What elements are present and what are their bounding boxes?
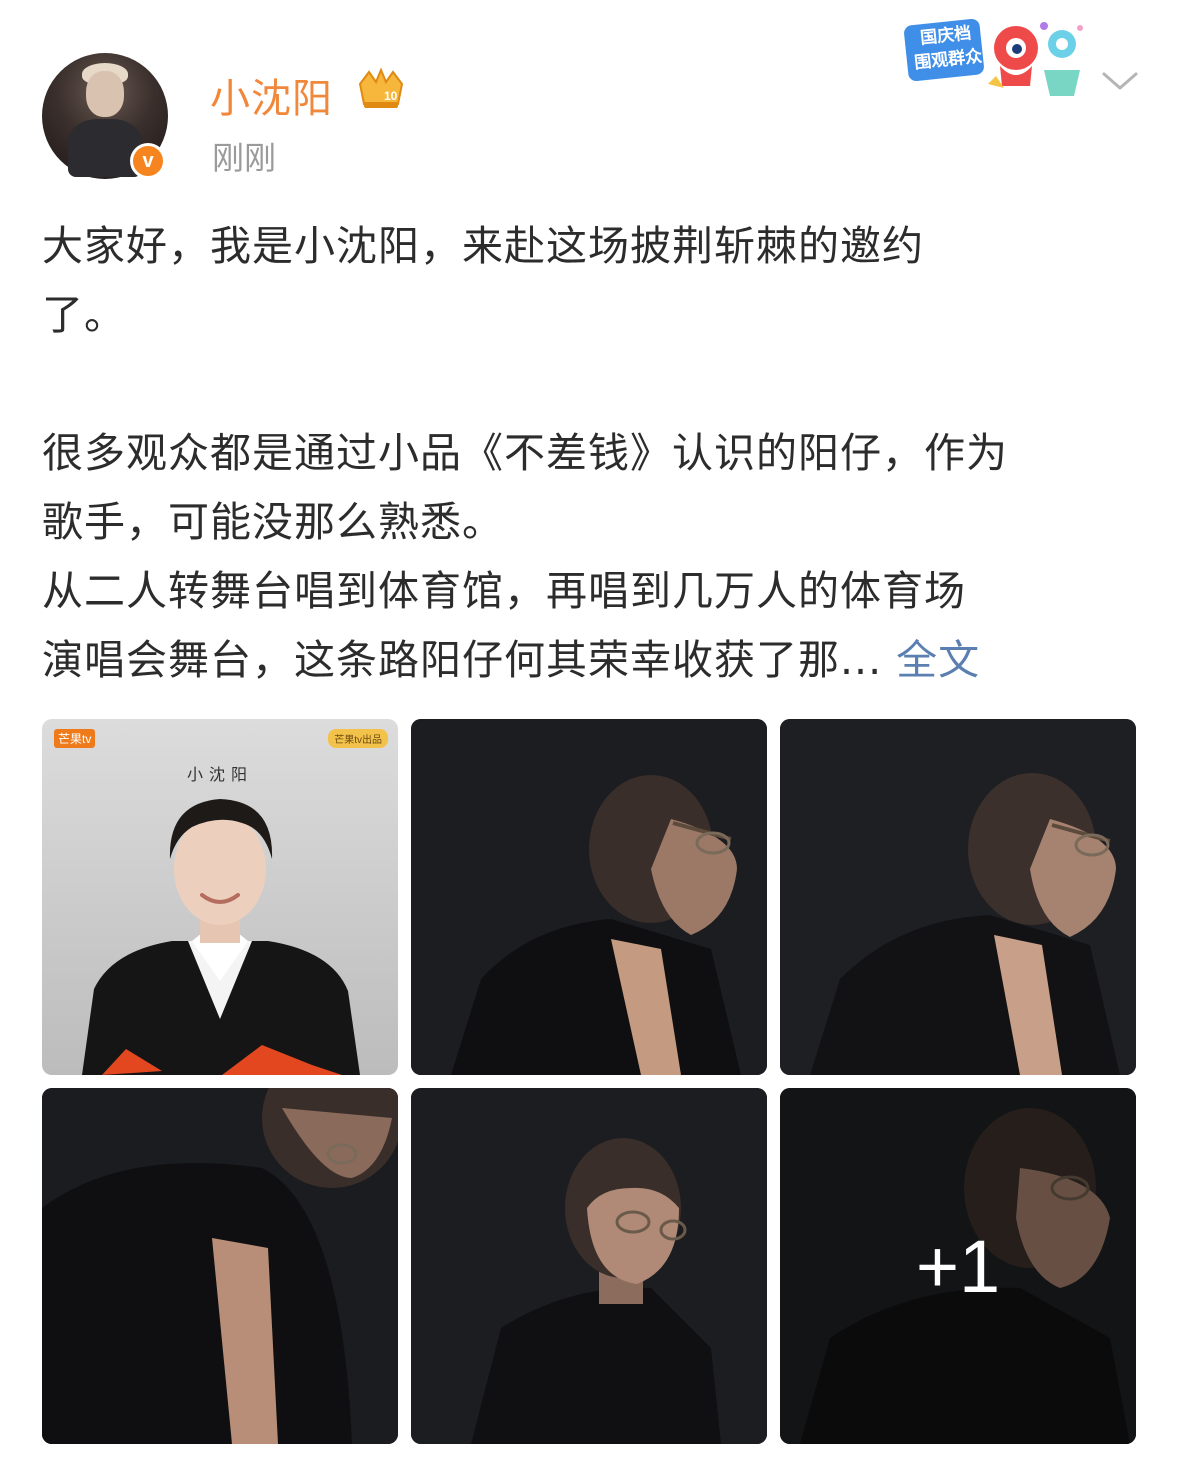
avatar-face <box>86 71 124 117</box>
portrait-photo <box>42 1088 398 1444</box>
image-tile-6[interactable]: +1 <box>780 1088 1136 1444</box>
image-tile-1[interactable]: 芒果tv 芒果tv出品 小沈阳 <box>42 719 398 1075</box>
post-line: 很多观众都是通过小品《不差钱》认识的阳仔，作为 <box>42 429 1008 477</box>
verified-badge-icon: v <box>130 143 166 179</box>
post-line: 从二人转舞台唱到体育馆，再唱到几万人的体育场 <box>42 567 966 615</box>
portrait-photo <box>780 719 1136 1075</box>
post-line-last: 演唱会舞台，这条路阳仔何其荣幸收获了那... 全文 <box>42 626 1138 695</box>
more-images-count[interactable]: +1 <box>780 1088 1136 1444</box>
full-text-link[interactable]: 全文 <box>896 636 980 684</box>
post-line-truncated: 演唱会舞台，这条路阳仔何其荣幸收获了那... <box>42 636 883 684</box>
image-tile-4[interactable] <box>42 1088 398 1444</box>
image-tile-3[interactable] <box>780 719 1136 1075</box>
post-line: 大家好，我是小沈阳，来赴这场披荆斩棘的邀约 <box>42 222 924 270</box>
promo-banner[interactable]: 国庆档 围观群众 <box>904 14 1088 104</box>
promo-text: 国庆档 围观群众 <box>910 20 985 75</box>
portrait-photo <box>411 719 767 1075</box>
mango-tv-logo: 芒果tv <box>54 729 96 748</box>
post-line: 了。 <box>42 291 126 339</box>
crown-level-text: 10 <box>384 89 398 103</box>
portrait-photo <box>411 1088 767 1444</box>
image-tile-2[interactable] <box>411 719 767 1075</box>
crown-level-badge-icon[interactable]: 10 <box>354 66 408 112</box>
post-timestamp: 刚刚 <box>212 139 277 177</box>
post-body: 大家好，我是小沈阳，来赴这场披荆斩棘的邀约 了。 很多观众都是通过小品《不差钱》… <box>42 212 1138 695</box>
image-tile-5[interactable] <box>411 1088 767 1444</box>
username[interactable]: 小沈阳 <box>210 66 333 124</box>
mango-tv-badge: 芒果tv出品 <box>328 729 388 748</box>
post-line: 歌手，可能没那么熟悉。 <box>42 498 504 546</box>
weibo-post: v 小沈阳 10 刚刚 国庆档 围观群众 大家好，我是小沈阳，来赴这场披荆斩棘的… <box>0 0 1179 1477</box>
chevron-down-icon[interactable] <box>1100 66 1140 96</box>
poster-name: 小沈阳 <box>186 765 253 784</box>
